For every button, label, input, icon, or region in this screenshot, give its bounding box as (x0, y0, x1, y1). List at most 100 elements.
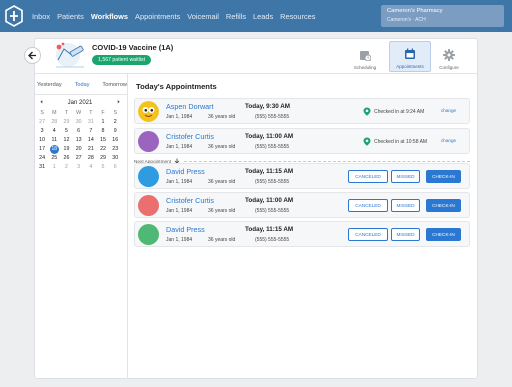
canceled-button[interactable]: CANCELED (348, 199, 388, 212)
change-link[interactable]: change (441, 138, 456, 143)
calendar-day[interactable]: 25 (48, 154, 60, 163)
nav-item-leads[interactable]: Leads (253, 12, 273, 21)
calendar-day[interactable]: 26 (60, 154, 72, 163)
calendar-day[interactable]: 29 (60, 118, 72, 127)
appointment-row[interactable]: Cristofer Curtis Jan 1, 1984 36 years ol… (134, 192, 470, 218)
canceled-button[interactable]: CANCELED (348, 228, 388, 241)
missed-button[interactable]: MISSED (391, 170, 420, 183)
calendar-day[interactable]: 19 (60, 145, 72, 154)
check-in-button[interactable]: CHECK-IN (426, 170, 461, 183)
calendar-day[interactable]: 31 (36, 163, 48, 172)
nav-item-refills[interactable]: Refills (226, 12, 246, 21)
patient-name-link[interactable]: Cristofer Curtis (166, 132, 214, 141)
calendar-day[interactable]: 11 (48, 136, 60, 145)
check-in-button[interactable]: CHECK-IN (426, 228, 461, 241)
calendar-day[interactable]: 2 (60, 163, 72, 172)
canceled-button[interactable]: CANCELED (348, 170, 388, 183)
calendar-day[interactable]: 2 (109, 118, 121, 127)
calendar-day[interactable]: 29 (97, 154, 109, 163)
calendar-day[interactable]: 6 (73, 127, 85, 136)
main-nav: Inbox Patients Workflows Appointments Vo… (32, 0, 322, 32)
calendar-day[interactable]: 10 (36, 136, 48, 145)
appointment-row[interactable]: Cristofer Curtis Jan 1, 1984 36 years ol… (134, 128, 470, 154)
quick-date-picker: Yesterday Today Tomorrow (37, 82, 127, 88)
calendar-day[interactable]: 16 (109, 136, 121, 145)
weekday-label: F (101, 110, 105, 116)
calendar-day[interactable]: 30 (73, 118, 85, 127)
pharmacy-switcher[interactable]: Cameron's Pharmacy Cameron's · ACH (381, 5, 504, 27)
calendar-day[interactable]: 20 (73, 145, 85, 154)
calendar-day[interactable]: 28 (48, 118, 60, 127)
tab-configure-label: Configure (439, 65, 459, 70)
patient-age: 36 years old (208, 208, 236, 214)
calendar-day[interactable]: 3 (36, 127, 48, 136)
calendar-day[interactable]: 4 (48, 127, 60, 136)
patient-name-link[interactable]: David Press (166, 225, 205, 234)
calendar-month-label: Jan 2021 (67, 99, 93, 106)
appointment-row[interactable]: David Press Jan 1, 1984 36 years old Tod… (134, 163, 470, 189)
calendar-day[interactable]: 12 (60, 136, 72, 145)
location-pin-icon (363, 107, 371, 116)
calendar-day[interactable]: 27 (36, 118, 48, 127)
calendar-day[interactable]: 4 (85, 163, 97, 172)
calendar-day[interactable]: 5 (97, 163, 109, 172)
avatar (138, 166, 159, 187)
calendar-day[interactable]: 9 (109, 127, 121, 136)
calendar-day[interactable]: 13 (73, 136, 85, 145)
nav-item-patients[interactable]: Patients (57, 12, 84, 21)
calendar-day-selected[interactable]: 18 (49, 145, 59, 154)
app-logo-icon[interactable] (5, 5, 23, 27)
nav-item-voicemail[interactable]: Voicemail (187, 12, 219, 21)
avatar (138, 195, 159, 216)
nav-item-workflows[interactable]: Workflows (91, 12, 128, 21)
calendar-day[interactable]: 31 (85, 118, 97, 127)
appointment-time: Today, 11:15 AM (245, 226, 294, 233)
quick-today[interactable]: Today (75, 82, 90, 88)
back-button[interactable] (24, 47, 41, 64)
nav-item-appointments[interactable]: Appointments (135, 12, 180, 21)
calendar-day[interactable]: 22 (97, 145, 109, 154)
check-in-button[interactable]: CHECK-IN (426, 199, 461, 212)
calendar-day[interactable]: 15 (97, 136, 109, 145)
calendar-day[interactable]: 24 (36, 154, 48, 163)
calendar-day[interactable]: 30 (109, 154, 121, 163)
calendar-day[interactable]: 3 (73, 163, 85, 172)
calendar-day[interactable]: 8 (97, 127, 109, 136)
tab-configure[interactable]: Configure (428, 41, 470, 72)
quick-tomorrow[interactable]: Tomorrow (102, 82, 127, 88)
missed-button[interactable]: MISSED (391, 199, 420, 212)
waitlist-badge[interactable]: 1,567 patient waitlist (92, 55, 152, 65)
calendar-day[interactable]: 1 (48, 163, 60, 172)
divider-line (184, 160, 470, 162)
appointment-row[interactable]: Aspen Dorwart Jan 1, 1984 36 years old T… (134, 98, 470, 124)
nav-item-resources[interactable]: Resources (280, 12, 315, 21)
checkin-status-text: Checked in at 10:58 AM (374, 138, 428, 145)
calendar-day[interactable]: 21 (85, 145, 97, 154)
calendar-day[interactable]: 28 (85, 154, 97, 163)
calendar-day[interactable]: 1 (97, 118, 109, 127)
appointment-row[interactable]: David Press Jan 1, 1984 36 years old Tod… (134, 221, 470, 247)
patient-dob: Jan 1, 1984 (166, 114, 193, 120)
calendar-day[interactable]: 6 (109, 163, 121, 172)
calendar-week-row: 17 18 19 20 21 22 23 (36, 145, 122, 154)
quick-yesterday[interactable]: Yesterday (37, 82, 62, 88)
calendar-day[interactable]: 27 (73, 154, 85, 163)
change-link[interactable]: change (441, 108, 456, 113)
tab-scheduling-label: Scheduling (353, 65, 377, 70)
prev-month-arrow-icon[interactable]: 🢐 (40, 99, 43, 106)
patient-name-link[interactable]: Cristofer Curtis (166, 196, 214, 205)
next-month-arrow-icon[interactable]: 🢒 (117, 99, 120, 106)
patient-name-link[interactable]: David Press (166, 167, 205, 176)
weekday-label: M (52, 110, 57, 116)
tab-appointments[interactable]: Appointments (389, 41, 431, 72)
calendar-day[interactable]: 5 (60, 127, 72, 136)
missed-button[interactable]: MISSED (391, 228, 420, 241)
patient-name-link[interactable]: Aspen Dorwart (166, 102, 214, 111)
tab-scheduling[interactable]: Scheduling (344, 41, 386, 72)
calendar-week-row: 10 11 12 13 14 15 16 (36, 136, 122, 145)
calendar-day[interactable]: 23 (109, 145, 121, 154)
calendar-day[interactable]: 7 (85, 127, 97, 136)
calendar-day[interactable]: 17 (36, 145, 48, 154)
nav-item-inbox[interactable]: Inbox (32, 12, 50, 21)
calendar-day[interactable]: 14 (85, 136, 97, 145)
